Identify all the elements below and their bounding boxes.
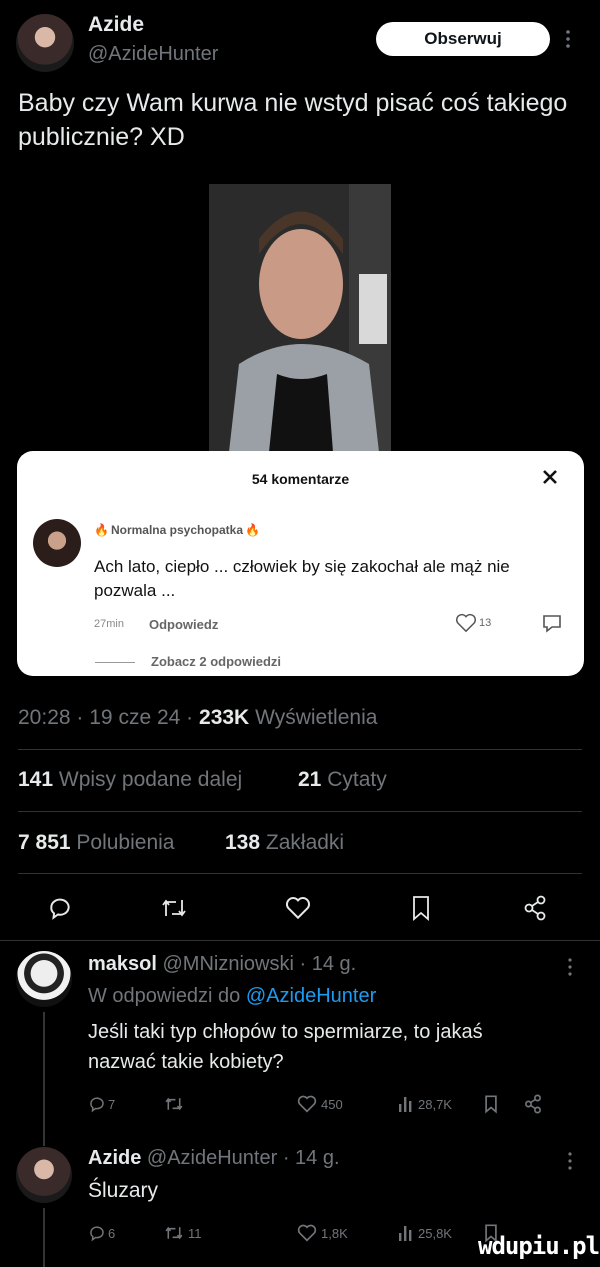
views-icon[interactable]: [398, 1095, 414, 1113]
reply-views-count: 25,8K: [418, 1226, 452, 1241]
thread-line: [43, 1208, 45, 1267]
tweet-date[interactable]: 19 cze 24: [89, 706, 180, 729]
reply-replies-count: 7: [108, 1097, 116, 1112]
share-icon[interactable]: [523, 895, 547, 921]
author-name[interactable]: Azide: [88, 13, 144, 37]
replying-to: W odpowiedzi do @AzideHunter: [88, 985, 376, 1008]
more-options-icon[interactable]: [567, 958, 573, 976]
reply-header: maksol @MNizniowski · 14 g.: [88, 953, 356, 976]
comment-likes: 13: [479, 617, 492, 629]
reply-avatar[interactable]: [16, 951, 72, 1007]
reply-text: Śluzary: [88, 1179, 159, 1202]
bookmark-icon[interactable]: [484, 1094, 498, 1114]
fire-icon: 🔥: [94, 523, 109, 537]
reposts-stat[interactable]: 141 Wpisy podane dalej: [18, 768, 242, 792]
reply-icon[interactable]: [88, 1095, 106, 1113]
divider: [18, 811, 582, 812]
likes-count: 7 851: [18, 831, 71, 854]
like-icon[interactable]: [297, 1095, 317, 1113]
separator: ·: [186, 706, 194, 729]
see-replies-link[interactable]: Zobacz 2 odpowiedzi: [151, 654, 281, 669]
reply-author-handle[interactable]: @AzideHunter: [147, 1147, 277, 1169]
views-icon[interactable]: [398, 1224, 414, 1242]
reply-age: · 14 g.: [282, 1147, 340, 1169]
author-avatar[interactable]: [16, 14, 74, 72]
reply-header: Azide @AzideHunter · 14 g.: [88, 1147, 340, 1170]
like-icon[interactable]: [285, 896, 311, 920]
bookmarks-count: 138: [225, 831, 261, 854]
embedded-comments-card: 54 komentarze 🔥 Normalna psychopatka 🔥 A…: [17, 451, 584, 676]
tweet-time[interactable]: 20:28: [18, 706, 71, 729]
more-options-icon[interactable]: [565, 29, 571, 49]
fire-icon: 🔥: [245, 523, 260, 537]
reposts-count: 141: [18, 768, 54, 791]
reply-author-name[interactable]: Azide: [88, 1147, 141, 1169]
tweet-meta: 20:28 · 19 cze 24 · 233K Wyświetlenia: [18, 706, 377, 730]
reply-author-handle[interactable]: @MNizniowski: [163, 953, 294, 975]
repost-icon[interactable]: [160, 895, 188, 921]
comment-heart-icon[interactable]: [455, 613, 477, 633]
replying-to-link[interactable]: @AzideHunter: [246, 985, 376, 1007]
divider: [95, 662, 135, 663]
reply-likes-count: 450: [321, 1097, 343, 1112]
separator: ·: [76, 706, 84, 729]
reply-icon[interactable]: [47, 895, 73, 921]
follow-button[interactable]: Obserwuj: [376, 22, 550, 56]
repost-icon[interactable]: [164, 1224, 184, 1242]
likes-stat[interactable]: 7 851 Polubienia: [18, 831, 175, 855]
comment-time: 27min: [94, 618, 124, 630]
close-icon[interactable]: [541, 468, 559, 486]
more-options-icon[interactable]: [567, 1152, 573, 1170]
bookmark-icon[interactable]: [411, 895, 431, 921]
tweet-text: Baby czy Wam kurwa nie wstyd pisać coś t…: [18, 89, 568, 151]
commenter-row[interactable]: 🔥 Normalna psychopatka 🔥: [94, 523, 260, 537]
reply-avatar[interactable]: [16, 1147, 72, 1203]
commenter-name: Normalna psychopatka: [110, 523, 243, 537]
comment-text: Ach lato, ciepło ... człowiek by się zak…: [94, 557, 510, 600]
quotes-stat[interactable]: 21 Cytaty: [298, 768, 387, 792]
reply-text: Jeśli taki typ chłopów to spermiarze, to…: [88, 1021, 483, 1073]
divider: [0, 940, 600, 941]
comments-header: 54 komentarze: [251, 471, 350, 487]
quotes-label: Cytaty: [327, 768, 387, 791]
reply-replies-count: 6: [108, 1226, 116, 1241]
reply-likes-count: 1,8K: [321, 1226, 348, 1241]
reply-views-count: 28,7K: [418, 1097, 452, 1112]
commenter-avatar[interactable]: [33, 519, 81, 567]
views-label: Wyświetlenia: [255, 706, 378, 729]
reply-age: · 14 g.: [299, 953, 357, 975]
watermark: wdupiu.pl: [478, 1232, 600, 1260]
quotes-count: 21: [298, 768, 322, 791]
reply-reposts-count: 11: [188, 1226, 202, 1241]
thread-line: [43, 1012, 45, 1146]
divider: [18, 873, 582, 874]
repost-icon[interactable]: [164, 1095, 184, 1113]
bookmarks-label: Zakładki: [265, 831, 345, 854]
reposts-label: Wpisy podane dalej: [58, 768, 243, 791]
divider: [18, 749, 582, 750]
comment-reply-button[interactable]: Odpowiedz: [149, 617, 218, 632]
comment-bubble-icon[interactable]: [541, 612, 563, 634]
reply-actions: 7 450 28,7K: [88, 1093, 548, 1119]
person-photo-icon: [209, 184, 391, 452]
views-count: 233K: [199, 706, 250, 729]
replying-prefix: W odpowiedzi do: [88, 985, 241, 1007]
reply-icon[interactable]: [88, 1224, 106, 1242]
media-photo[interactable]: [209, 184, 391, 452]
likes-label: Polubienia: [76, 831, 175, 854]
share-icon[interactable]: [524, 1094, 542, 1114]
author-handle[interactable]: @AzideHunter: [88, 43, 218, 66]
reply-author-name[interactable]: maksol: [88, 953, 157, 975]
bookmarks-stat[interactable]: 138 Zakładki: [225, 831, 344, 855]
like-icon[interactable]: [297, 1224, 317, 1242]
